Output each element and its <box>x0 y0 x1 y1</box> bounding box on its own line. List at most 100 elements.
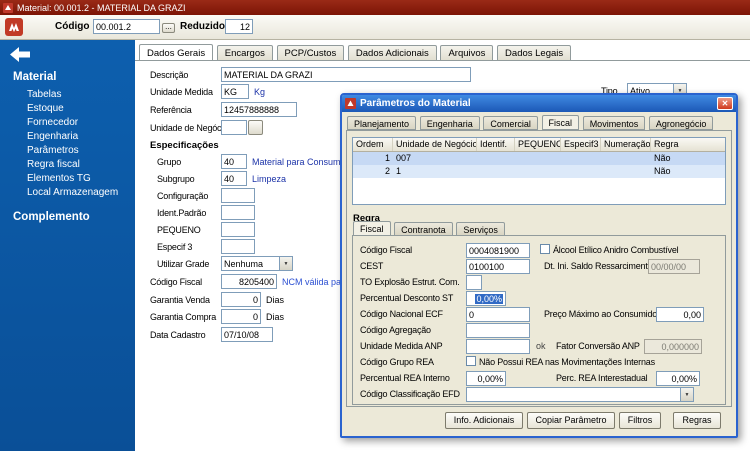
sidebar-section-material: Material <box>13 71 57 83</box>
cell-especif3 <box>561 152 601 165</box>
especif3-input[interactable] <box>221 239 255 254</box>
perc-rea-interno-input[interactable] <box>466 371 506 386</box>
dialog-tab-movimentos[interactable]: Movimentos <box>582 116 646 130</box>
window-title: Material: 00.001.2 - MATERIAL DA GRAZI <box>17 2 186 13</box>
app-icon <box>3 2 13 13</box>
garantia-compra-unit: Dias <box>266 312 285 322</box>
tab-dados-legais[interactable]: Dados Legais <box>497 45 572 61</box>
codigo-lookup-button[interactable]: ... <box>162 23 175 33</box>
unidade-medida-anp-desc: ok <box>536 341 546 351</box>
nao-possui-rea-label: Não Possui REA nas Movimentações Interna… <box>479 357 655 367</box>
pequeno-input[interactable] <box>221 222 255 237</box>
subgrupo-input[interactable] <box>221 171 247 186</box>
subgrupo-label: Subgrupo <box>157 174 195 184</box>
sidebar-item-parametros[interactable]: Parâmetros <box>0 143 135 157</box>
referencia-input[interactable] <box>221 102 297 117</box>
garantia-venda-label: Garantia Venda <box>150 295 210 305</box>
close-icon[interactable]: ✕ <box>717 97 733 110</box>
window-titlebar: Material: 00.001.2 - MATERIAL DA GRAZI <box>0 0 750 15</box>
back-arrow-icon[interactable] <box>8 46 32 63</box>
regras-button[interactable]: Regras <box>673 412 721 429</box>
grupo-input[interactable] <box>221 154 247 169</box>
cell-unidade: 1 <box>396 166 402 176</box>
tab-dados-gerais[interactable]: Dados Gerais <box>139 44 214 61</box>
dialog-tab-fiscal[interactable]: Fiscal <box>541 115 580 130</box>
dialog-tabs: Planejamento Engenharia Comercial Fiscal… <box>347 115 714 131</box>
tab-encargos[interactable]: Encargos <box>216 45 273 61</box>
codigo-fiscal-input[interactable] <box>221 274 277 289</box>
perc-desconto-st-input[interactable]: 0,00% <box>466 291 506 306</box>
sidebar-item-elementos-tg[interactable]: Elementos TG <box>0 171 135 185</box>
unidade-negocio-label: Unidade de Negócio <box>150 123 228 133</box>
dialog-tab-planejamento[interactable]: Planejamento <box>347 116 417 130</box>
descricao-input[interactable] <box>221 67 471 82</box>
garantia-compra-input[interactable] <box>221 309 261 324</box>
grid-row[interactable]: 2 1 Não <box>353 165 725 178</box>
sidebar-item-regra-fiscal[interactable]: Regra fiscal <box>0 157 135 171</box>
garantia-compra-label: Garantia Compra <box>150 312 217 322</box>
codigo-agregacao-input[interactable] <box>466 323 530 338</box>
dialog-titlebar: Parâmetros do Material ✕ <box>342 95 736 112</box>
col-numeracao: Numeração <box>601 138 651 151</box>
unidade-medida-anp-label: Unidade Medida ANP <box>360 341 443 351</box>
codigo-classificacao-efd-select[interactable]: ▼ <box>466 387 694 402</box>
col-ordem: Ordem <box>353 138 393 151</box>
perc-rea-interestadual-input[interactable] <box>656 371 700 386</box>
dialog-tab-comercial[interactable]: Comercial <box>483 116 538 130</box>
codigo-input[interactable] <box>93 19 160 34</box>
preco-maximo-input[interactable] <box>656 307 704 322</box>
data-cadastro-input[interactable] <box>221 327 273 342</box>
tab-arquivos[interactable]: Arquivos <box>440 45 494 61</box>
sub-tab-servicos[interactable]: Serviços <box>456 222 505 236</box>
referencia-label: Referência <box>150 105 192 115</box>
codigo-nacional-ecf-label: Código Nacional ECF <box>360 309 443 319</box>
dialog-tab-agronegocio[interactable]: Agronegócio <box>648 116 714 130</box>
info-adicionais-button[interactable]: Info. Adicionais <box>445 412 523 429</box>
dt-ini-label: Dt. Ini. Saldo Ressarcimento <box>544 261 653 271</box>
cell-numeracao <box>601 165 651 178</box>
unidade-negocio-input[interactable] <box>221 120 247 135</box>
sidebar-item-engenharia[interactable]: Engenharia <box>0 129 135 143</box>
codigo-grupo-rea-label: Código Grupo REA <box>360 357 434 367</box>
unidade-medida-input[interactable] <box>221 84 249 99</box>
grupo-label: Grupo <box>157 157 182 167</box>
ident-padrao-label: Ident.Padrão <box>157 208 207 218</box>
codigo-nacional-ecf-input[interactable] <box>466 307 530 322</box>
sub-tab-contranota[interactable]: Contranota <box>394 222 453 236</box>
copiar-parametro-button[interactable]: Copiar Parâmetro <box>527 412 615 429</box>
sub-tab-fiscal[interactable]: Fiscal <box>353 221 391 236</box>
dlg-codigo-fiscal-input[interactable] <box>466 243 530 258</box>
grid-header: Ordem Unidade de Negócio Identif. PEQUEN… <box>353 138 725 152</box>
app-logo-icon <box>5 18 23 36</box>
tab-dados-adicionais[interactable]: Dados Adicionais <box>347 45 437 61</box>
filtros-button[interactable]: Filtros <box>619 412 661 429</box>
garantia-venda-unit: Dias <box>266 295 285 305</box>
sidebar-item-local-armazenagem[interactable]: Local Armazenagem <box>0 185 135 199</box>
col-identif: Identif. <box>477 138 515 151</box>
cell-unidade: 007 <box>396 153 412 163</box>
sidebar-item-fornecedor[interactable]: Fornecedor <box>0 115 135 129</box>
cell-pequeno <box>515 165 561 178</box>
perc-rea-interno-label: Percentual REA Interno <box>360 373 450 383</box>
sidebar-item-tabelas[interactable]: Tabelas <box>0 87 135 101</box>
garantia-venda-input[interactable] <box>221 292 261 307</box>
reduzido-input[interactable] <box>225 19 253 34</box>
sidebar-item-estoque[interactable]: Estoque <box>0 101 135 115</box>
cell-regra: Não <box>654 166 671 176</box>
unidade-medida-anp-input[interactable] <box>466 339 530 354</box>
utilizar-grade-select[interactable]: Nenhuma ▼ <box>221 256 293 271</box>
codigo-fiscal-label: Código Fiscal <box>150 277 202 287</box>
configuracao-input[interactable] <box>221 188 255 203</box>
cest-input[interactable] <box>466 259 530 274</box>
regra-sub-tabs: Fiscal Contranota Serviços <box>353 221 506 237</box>
nao-possui-rea-checkbox[interactable] <box>466 356 476 366</box>
alcool-checkbox[interactable] <box>540 244 550 254</box>
cell-identif <box>477 152 515 165</box>
unidade-negocio-zoom-button[interactable] <box>248 120 263 135</box>
tab-pcp-custos[interactable]: PCP/Custos <box>276 45 345 61</box>
grid-row[interactable]: 1 007 Não <box>353 152 725 165</box>
dialog-tab-engenharia[interactable]: Engenharia <box>419 116 480 130</box>
ident-padrao-input[interactable] <box>221 205 255 220</box>
cell-pequeno <box>515 152 561 165</box>
to-explosao-input[interactable] <box>466 275 482 290</box>
